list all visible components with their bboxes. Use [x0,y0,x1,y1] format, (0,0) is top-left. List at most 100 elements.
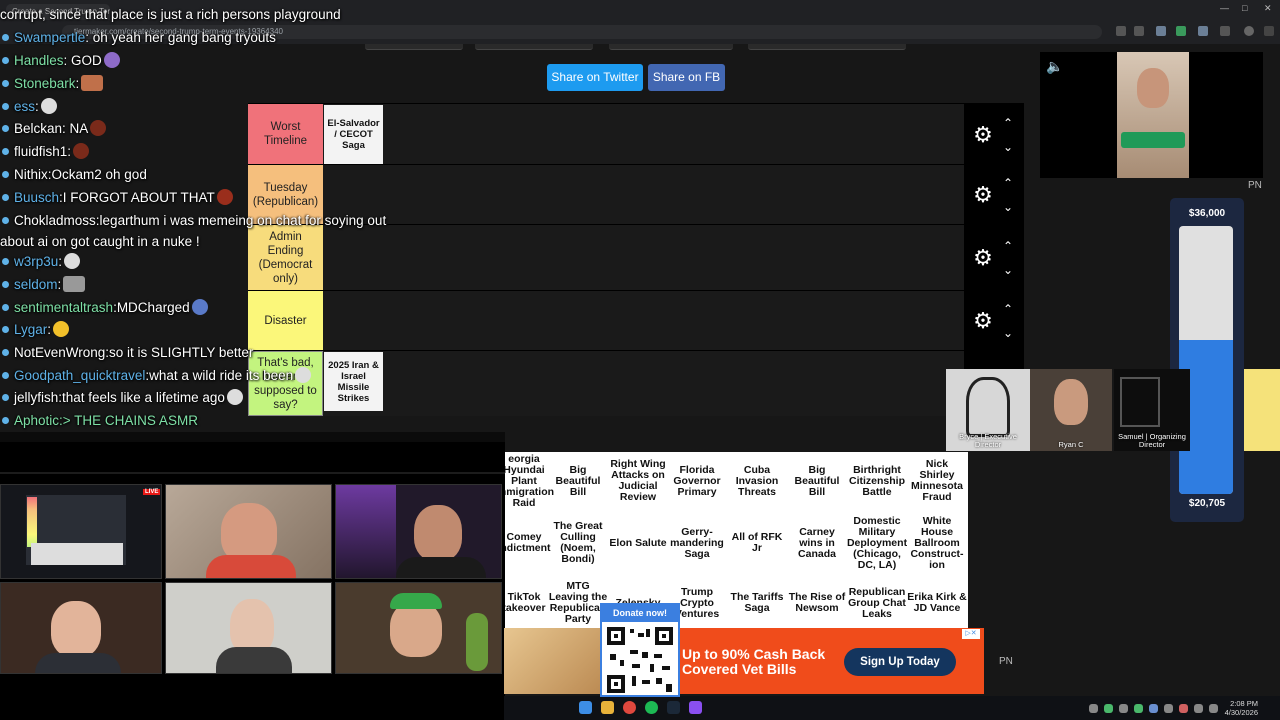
chat-username[interactable]: Buusch [14,190,59,205]
folder-icon[interactable] [601,701,614,714]
tray-icon[interactable] [1149,704,1158,713]
chat-username[interactable]: seldom [14,277,58,292]
chrome-icon[interactable] [623,701,636,714]
chevron-up-icon[interactable]: ⌃ [1000,303,1016,315]
chat-username[interactable]: jellyfish [14,390,58,405]
chevron-down-icon[interactable]: ⌄ [1000,201,1016,213]
tier-controls: ⚙ ⌃ ⌄ [964,225,1024,290]
participant-face [51,601,101,657]
chevron-down-icon[interactable]: ⌄ [1000,264,1016,276]
gear-icon[interactable]: ⚙ [972,124,994,146]
pool-item[interactable]: Erika Kirk & JD Vance [907,574,967,628]
pool-item[interactable]: Cuba Invasion Threats [727,452,787,510]
system-clock[interactable]: 2:08 PM 4/30/2026 [1225,699,1258,717]
badge-icon [2,103,9,111]
tray-icon[interactable] [1134,704,1143,713]
chat-username[interactable]: Handles [14,53,64,68]
sign-up-button[interactable]: Sign Up Today [844,648,956,676]
chat-username[interactable]: Goodpath_quicktravel [14,368,145,383]
tray-icon[interactable] [1164,704,1173,713]
tier-thumbnail [27,497,37,547]
search-icon[interactable] [1116,26,1126,36]
pool-item[interactable]: Florida Governor Primary [667,452,727,510]
sidepanel-icon[interactable] [1220,26,1230,36]
tier-controls: ⚙ ⌃ ⌄ [964,291,1024,350]
app-icon[interactable] [689,701,702,714]
pool-item[interactable]: MTG Leaving the Republican Party [548,574,608,628]
tray-icon[interactable] [1209,704,1218,713]
steam-icon[interactable] [667,701,680,714]
tray-icon[interactable] [1194,704,1203,713]
tray-icon[interactable] [1089,704,1098,713]
tray-icon[interactable] [1179,704,1188,713]
chat-username[interactable]: ess [14,99,35,114]
chat-text: : oh yeah her gang bang tryouts [85,30,276,45]
pool-item[interactable]: The Tariffs Saga [727,574,787,628]
chevron-down-icon[interactable]: ⌄ [1000,327,1016,339]
spotify-icon[interactable] [645,701,658,714]
close-icon[interactable]: ✕ [1264,3,1272,14]
page-button[interactable] [748,44,906,50]
pool-item[interactable]: Carney wins in Canada [787,514,847,572]
pool-item[interactable]: Nick Shirley Minnesota Fraud [907,452,967,510]
chat-username[interactable]: fluidfish1 [14,144,67,159]
chevron-down-icon[interactable]: ⌄ [1000,141,1016,153]
gear-icon[interactable]: ⚙ [972,310,994,332]
share-facebook-button[interactable]: Share on FB [648,64,725,91]
pool-item[interactable]: The Rise of Newsom [787,574,847,628]
start-icon[interactable] [579,701,592,714]
gear-icon[interactable]: ⚙ [972,247,994,269]
extension-icon[interactable] [1156,26,1166,36]
ad-banner[interactable]: Up to 90% Cash Back Covered Vet Bills Si… [504,628,984,694]
pool-item[interactable]: All of RFK Jr [727,514,787,572]
pool-item[interactable]: Comey Indictment [504,514,554,572]
maximize-icon[interactable]: □ [1242,3,1247,13]
minimize-icon[interactable]: — [1220,3,1229,13]
menu-icon[interactable] [1264,26,1274,36]
extension-icon[interactable] [1176,26,1186,36]
bookmark-icon[interactable] [1134,26,1144,36]
chat-username[interactable]: Lygar [14,322,47,337]
pool-item[interactable]: TikTok takeover [504,574,554,628]
badge-icon [2,394,9,402]
chat-username[interactable]: Chokladmoss [14,213,96,228]
pool-item[interactable]: White House Ballroom Construct-ion [907,514,967,572]
chat-username[interactable]: w3rp3u [14,254,58,269]
chat-username[interactable]: Belckan [14,121,62,136]
chevron-up-icon[interactable]: ⌃ [1000,177,1016,189]
donate-qr[interactable]: Donate now! [600,603,680,697]
chat-text: :so it is SLIGHTLY better [105,345,254,360]
pool-item[interactable]: Republican Group Chat Leaks [847,574,907,628]
pool-item[interactable]: Gerry-mandering Saga [667,514,727,572]
pool-item[interactable]: Right Wing Attacks on Judicial Review [608,452,668,510]
pool-item[interactable]: Big Beautiful Bill [548,452,608,510]
chat-text: : GOD [63,53,102,68]
chat-username[interactable]: NotEvenWrong [14,345,105,360]
chat-message: ess: [0,98,59,116]
speaker-icon[interactable]: 🔈 [1046,58,1063,75]
chat-username[interactable]: Aphotic [14,413,59,428]
badge-icon [2,80,9,88]
pool-item[interactable]: The Great Culling (Noem, Bondi) [548,514,608,572]
share-twitter-button[interactable]: Share on Twitter [547,64,643,91]
gear-icon[interactable]: ⚙ [972,184,994,206]
chevron-up-icon[interactable]: ⌃ [1000,240,1016,252]
pool-item[interactable]: eorgia Hyundai Plant Immigration Raid [504,452,554,510]
pool-item[interactable]: Big Beautiful Bill [787,452,847,510]
participant-feed [165,484,332,579]
pool-item[interactable]: Birthright Citizenship Battle [847,452,907,510]
tray-icon[interactable] [1119,704,1128,713]
pool-item[interactable]: Domestic Military Deployment (Chicago, D… [847,514,907,572]
chat-username[interactable]: sentimentaltrash [14,300,113,315]
profile-icon[interactable] [1244,26,1254,36]
chevron-up-icon[interactable]: ⌃ [1000,117,1016,129]
ad-choices-icon[interactable]: ▷✕ [962,629,980,639]
chat-username[interactable]: Swampertle [14,30,85,45]
chat-username[interactable]: Nithix [14,167,48,182]
page-button[interactable] [609,44,733,50]
tray-icon[interactable] [1104,704,1113,713]
chat-username[interactable]: Stonebark [14,76,76,91]
pool-item[interactable]: Elon Salute [608,514,668,572]
extension-icon[interactable] [1198,26,1208,36]
team-cams: Bryce | Executive Director Ryan C Samuel… [946,369,1280,451]
